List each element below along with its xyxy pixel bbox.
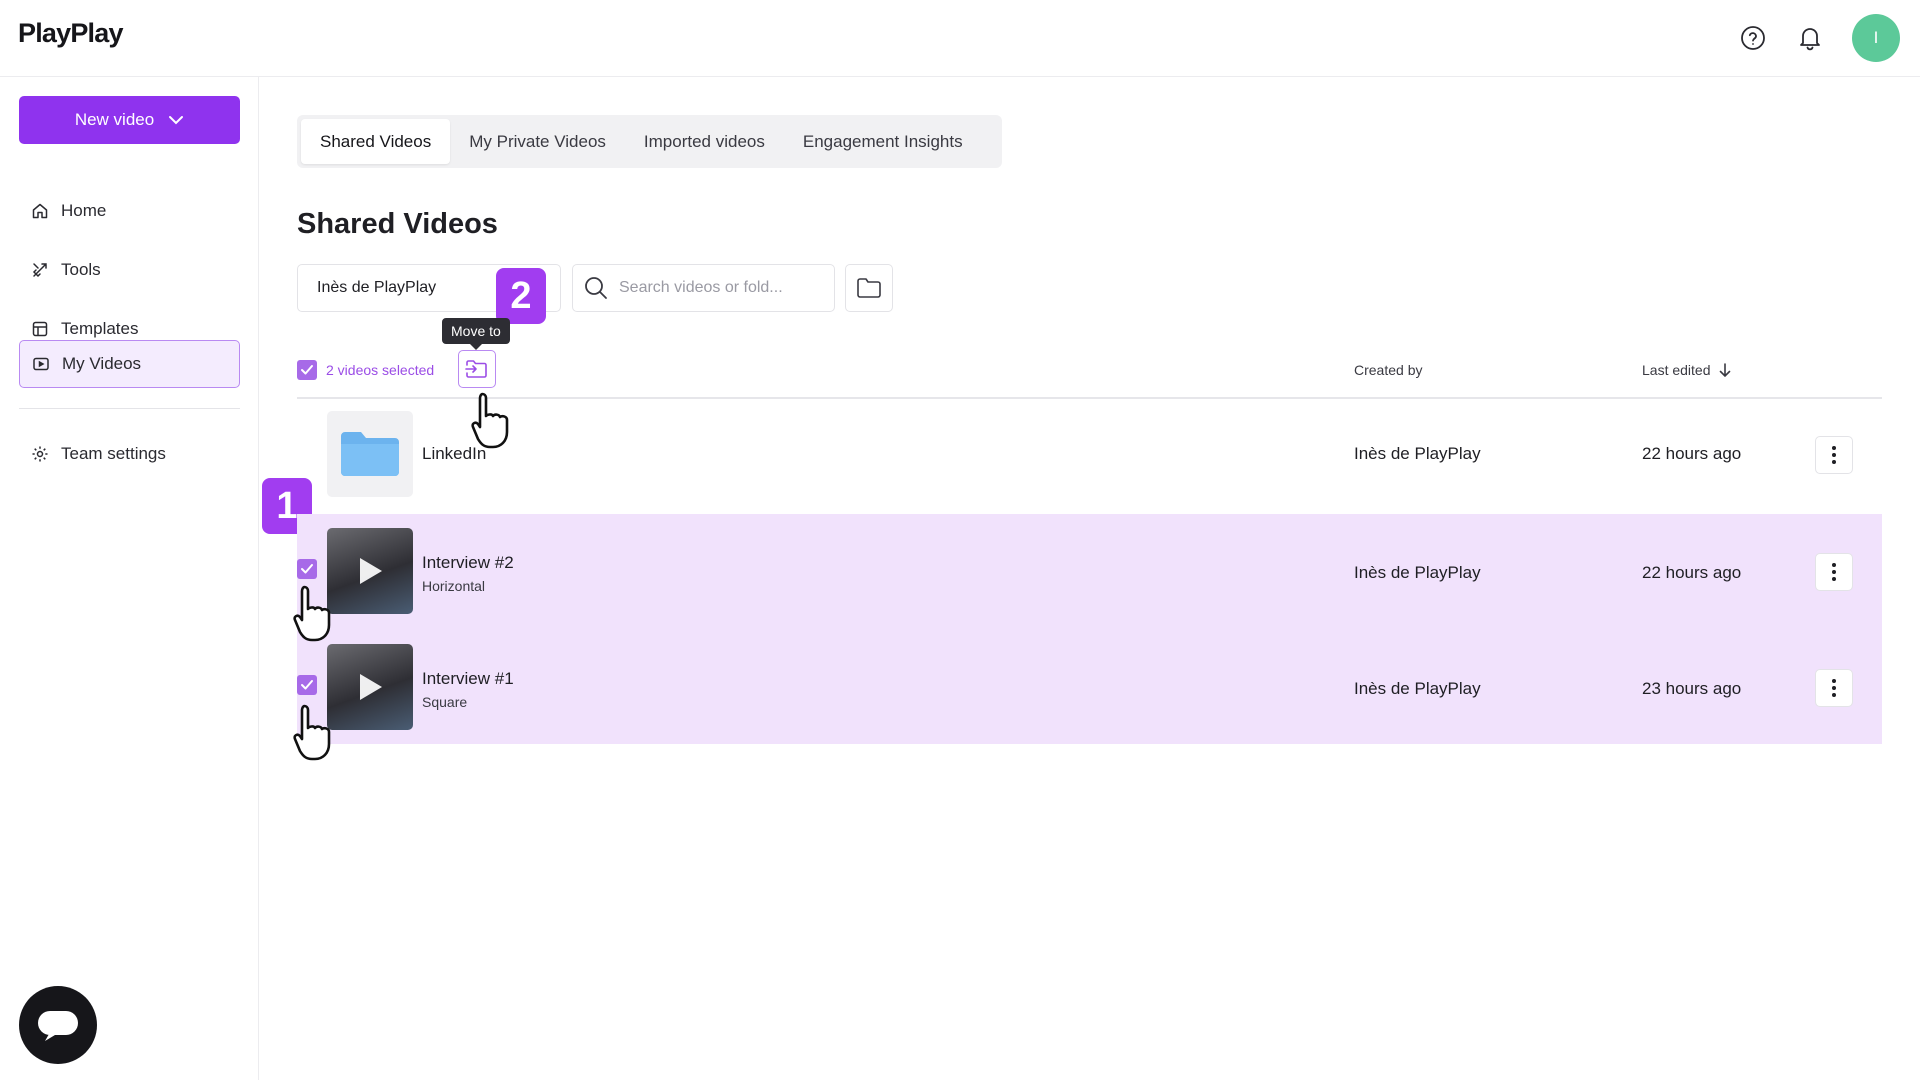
selection-count: 2 videos selected <box>326 362 435 378</box>
item-created-by: Inès de PlayPlay <box>1354 679 1481 698</box>
search-input[interactable] <box>619 279 819 297</box>
list-item-video[interactable]: Interview #1 Square Inès de PlayPlay 23 … <box>297 630 1882 744</box>
sidebar-item-my-videos[interactable]: My Videos <box>19 340 240 388</box>
new-folder-button[interactable] <box>845 264 893 312</box>
folder-icon <box>341 432 399 476</box>
sidebar-item-label: Team settings <box>61 444 166 463</box>
video-icon <box>33 357 49 371</box>
tools-icon <box>32 263 47 278</box>
hand-pointer-icon <box>471 392 509 449</box>
video-thumbnail[interactable] <box>327 528 413 614</box>
sidebar-item-home[interactable]: Home <box>19 187 240 235</box>
templates-icon <box>32 321 48 337</box>
folder-thumbnail <box>327 411 413 497</box>
page-title: Shared Videos <box>297 208 498 240</box>
hand-pointer-icon <box>293 585 331 642</box>
search-box <box>572 264 835 312</box>
chevron-down-icon <box>169 116 184 125</box>
step-badge-2: 2 <box>496 268 546 324</box>
column-last-edited-label: Last edited <box>1642 362 1711 378</box>
sidebar-item-label: My Videos <box>62 354 142 373</box>
column-last-edited[interactable]: Last edited <box>1642 362 1731 378</box>
play-icon <box>360 674 382 700</box>
new-video-button[interactable]: New video <box>19 96 240 144</box>
move-to-button[interactable] <box>458 350 496 388</box>
tab-imported-videos[interactable]: Imported videos <box>625 119 784 164</box>
folder-icon <box>857 278 881 298</box>
list-item-video[interactable]: Interview #2 Horizontal Inès de PlayPlay… <box>297 514 1882 630</box>
item-last-edited: 22 hours ago <box>1642 444 1742 463</box>
item-format: Horizontal <box>422 578 486 594</box>
sidebar-item-tools[interactable]: Tools <box>19 246 240 294</box>
arrow-down-icon <box>1719 363 1730 377</box>
top-bar: PlayPlay I <box>0 0 1920 77</box>
chat-icon <box>38 1011 78 1041</box>
item-created-by: Inès de PlayPlay <box>1354 563 1481 582</box>
sidebar-item-label: Templates <box>61 319 139 338</box>
move-to-folder-icon <box>465 360 487 378</box>
row-checkbox[interactable] <box>297 675 317 695</box>
playplay-logo[interactable]: PlayPlay <box>18 18 123 49</box>
sidebar: New video Home Tools Templates My Videos… <box>0 77 259 1080</box>
hand-pointer-icon <box>293 704 331 761</box>
item-last-edited: 23 hours ago <box>1642 679 1742 698</box>
item-last-edited: 22 hours ago <box>1642 563 1742 582</box>
user-avatar[interactable]: I <box>1852 14 1900 62</box>
chat-support-button[interactable] <box>19 986 97 1064</box>
search-icon <box>585 277 607 299</box>
more-options-button[interactable] <box>1815 553 1853 591</box>
tab-engagement-insights[interactable]: Engagement Insights <box>784 119 982 164</box>
list-item-folder[interactable]: LinkedIn Inès de PlayPlay 22 hours ago <box>297 397 1882 513</box>
list-header: 2 videos selected Created by Last edited <box>297 350 1882 399</box>
check-icon <box>301 564 313 574</box>
item-title[interactable]: Interview #1 <box>422 669 514 689</box>
tab-my-private-videos[interactable]: My Private Videos <box>450 119 625 164</box>
sidebar-divider <box>19 408 240 409</box>
new-video-label: New video <box>74 110 155 129</box>
more-options-button[interactable] <box>1815 669 1853 707</box>
video-thumbnail[interactable] <box>327 644 413 730</box>
item-title[interactable]: Interview #2 <box>422 553 514 573</box>
play-icon <box>360 558 382 584</box>
move-to-tooltip: Move to <box>442 318 510 350</box>
sidebar-item-label: Home <box>61 201 107 220</box>
item-format: Square <box>422 694 468 710</box>
check-icon <box>301 365 313 375</box>
sidebar-item-label: Tools <box>61 260 101 279</box>
video-tabs: Shared Videos My Private Videos Imported… <box>297 115 1002 168</box>
home-icon <box>32 203 48 219</box>
bell-icon[interactable] <box>1794 22 1826 54</box>
check-icon <box>301 680 313 690</box>
more-options-button[interactable] <box>1815 436 1853 474</box>
help-circle-icon[interactable] <box>1737 22 1769 54</box>
row-checkbox[interactable] <box>297 559 317 579</box>
column-created-by: Created by <box>1354 362 1423 378</box>
gear-icon <box>32 446 48 462</box>
select-all-checkbox[interactable] <box>297 360 317 380</box>
tab-shared-videos[interactable]: Shared Videos <box>301 119 451 164</box>
sidebar-item-team-settings[interactable]: Team settings <box>19 430 240 478</box>
item-created-by: Inès de PlayPlay <box>1354 444 1481 463</box>
